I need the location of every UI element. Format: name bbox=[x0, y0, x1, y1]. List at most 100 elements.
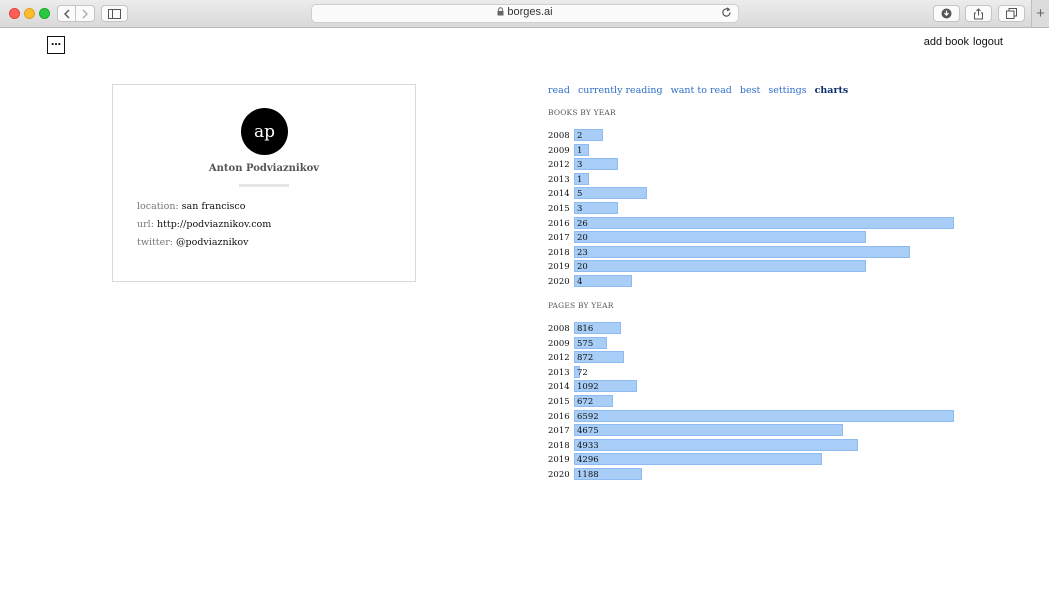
year-label: 2015 bbox=[548, 204, 570, 214]
sidebar-toggle-button[interactable] bbox=[101, 5, 128, 22]
bar-value-label: 575 bbox=[577, 338, 594, 349]
twitter-value[interactable]: @podviaznikov bbox=[176, 237, 248, 248]
location-value: san francisco bbox=[181, 201, 246, 212]
chart-bar bbox=[574, 438, 859, 451]
bar-value-label: 4296 bbox=[577, 455, 599, 466]
chart-row: 2016 6592 bbox=[548, 409, 968, 423]
address-url-wrap: borges.ai bbox=[312, 6, 738, 18]
year-label: 2018 bbox=[548, 440, 570, 451]
forward-button[interactable] bbox=[76, 5, 95, 22]
chart-row: 2013 1 bbox=[548, 172, 968, 186]
share-icon bbox=[974, 7, 983, 19]
year-label: 2013 bbox=[548, 367, 570, 378]
year-label: 2017 bbox=[548, 426, 570, 437]
tab-currently-reading[interactable]: currently reading bbox=[578, 85, 663, 96]
year-label: 2019 bbox=[548, 455, 570, 466]
year-label: 2008 bbox=[548, 131, 570, 141]
year-label: 2012 bbox=[548, 160, 570, 171]
top-links: add book logout bbox=[920, 36, 1003, 48]
chart-row: 2019 20 bbox=[548, 260, 968, 273]
year-label: 2009 bbox=[548, 338, 570, 349]
location-label: location: bbox=[137, 201, 179, 212]
chart-row: 2014 5 bbox=[548, 187, 968, 200]
tab-charts[interactable]: charts bbox=[815, 85, 849, 96]
chart-row: 2012 872 bbox=[548, 351, 968, 364]
year-label: 2016 bbox=[548, 411, 570, 422]
profile-divider bbox=[239, 184, 289, 187]
zoom-window-button[interactable] bbox=[39, 8, 50, 19]
year-label: 2013 bbox=[548, 174, 570, 185]
bar-value-label: 5 bbox=[577, 189, 583, 200]
chart-bar bbox=[574, 216, 954, 229]
twitter-label: twitter: bbox=[137, 237, 173, 248]
new-tab-button[interactable]: + bbox=[1031, 0, 1049, 27]
bar-value-label: 3 bbox=[577, 204, 583, 214]
bar-value-label: 20 bbox=[577, 233, 588, 244]
bar-value-label: 20 bbox=[577, 262, 588, 273]
chart-row: 2008 2 bbox=[548, 129, 968, 142]
tab-best[interactable]: best bbox=[740, 85, 760, 96]
year-label: 2008 bbox=[548, 324, 570, 334]
bar-value-label: 4675 bbox=[577, 426, 599, 437]
close-window-button[interactable] bbox=[9, 8, 20, 19]
profile-tabs: read currently reading want to read best… bbox=[548, 85, 853, 96]
chart-row: 2017 4675 bbox=[548, 424, 968, 437]
download-icon bbox=[941, 8, 952, 19]
chart-row: 2015 672 bbox=[548, 395, 968, 408]
chart-row: 2009 575 bbox=[548, 336, 968, 350]
chart-row: 2018 4933 bbox=[548, 438, 968, 452]
back-button[interactable] bbox=[57, 5, 76, 22]
bar-value-label: 23 bbox=[577, 247, 588, 258]
tab-want-to-read[interactable]: want to read bbox=[671, 85, 732, 96]
pages-chart-title: PAGES BY YEAR bbox=[548, 301, 614, 310]
menu-button[interactable]: … bbox=[47, 36, 65, 54]
profile-name: Anton Podviaznikov bbox=[208, 163, 320, 174]
year-label: 2016 bbox=[548, 218, 570, 229]
chart-bar bbox=[574, 424, 844, 437]
chart-bar bbox=[574, 260, 867, 273]
browser-toolbar: borges.ai + bbox=[0, 0, 1049, 28]
bar-value-label: 816 bbox=[577, 324, 594, 334]
year-label: 2012 bbox=[548, 353, 570, 364]
url-value[interactable]: http://podviaznikov.com bbox=[157, 219, 271, 230]
bar-value-label: 1 bbox=[577, 145, 583, 156]
address-url: borges.ai bbox=[507, 6, 553, 18]
lock-icon bbox=[497, 7, 504, 16]
year-label: 2009 bbox=[548, 145, 570, 156]
tab-read[interactable]: read bbox=[548, 85, 570, 96]
chart-row: 2020 1188 bbox=[548, 468, 968, 481]
tabs-icon bbox=[1006, 8, 1017, 19]
bar-value-label: 4933 bbox=[577, 440, 599, 451]
chart-row: 2013 72 bbox=[548, 365, 968, 379]
address-bar[interactable]: borges.ai bbox=[311, 4, 739, 23]
chevron-right-icon bbox=[82, 9, 88, 18]
add-book-link[interactable]: add book bbox=[924, 36, 969, 48]
bar-value-label: 2 bbox=[577, 131, 583, 141]
sidebar-icon bbox=[108, 8, 121, 19]
year-label: 2015 bbox=[548, 397, 570, 407]
year-label: 2020 bbox=[548, 470, 570, 480]
minimize-window-button[interactable] bbox=[24, 8, 35, 19]
year-label: 2020 bbox=[548, 277, 570, 287]
plus-icon: + bbox=[1036, 5, 1045, 22]
profile-card: ap Anton Podviaznikov location: san fran… bbox=[112, 84, 416, 282]
year-label: 2014 bbox=[548, 189, 570, 200]
chart-row: 2019 4296 bbox=[548, 453, 968, 466]
bar-value-label: 672 bbox=[577, 397, 594, 407]
chart-bar bbox=[574, 187, 648, 200]
reload-icon[interactable] bbox=[721, 7, 732, 18]
bar-value-label: 3 bbox=[577, 160, 583, 171]
tab-settings[interactable]: settings bbox=[768, 85, 806, 96]
location-row: location: san francisco bbox=[137, 201, 245, 212]
logout-link[interactable]: logout bbox=[973, 36, 1003, 48]
downloads-button[interactable] bbox=[933, 5, 960, 22]
url-label: url: bbox=[137, 219, 154, 230]
bar-value-label: 4 bbox=[577, 277, 583, 287]
share-button[interactable] bbox=[965, 5, 992, 22]
avatar: ap bbox=[241, 108, 288, 155]
chart-bar bbox=[574, 245, 911, 258]
url-row: url: http://podviaznikov.com bbox=[137, 219, 271, 230]
chart-bar bbox=[574, 275, 633, 287]
tabs-overview-button[interactable] bbox=[998, 5, 1025, 22]
year-label: 2017 bbox=[548, 233, 570, 244]
